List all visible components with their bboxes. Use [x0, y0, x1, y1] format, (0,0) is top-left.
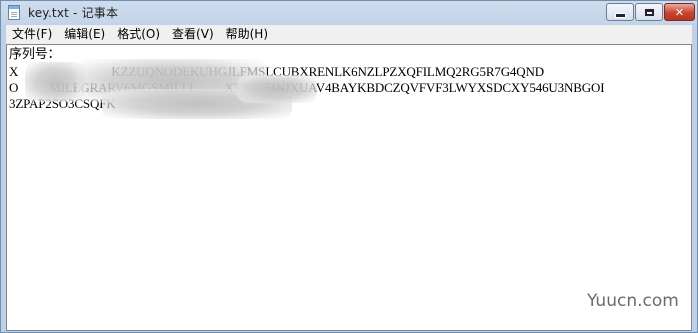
menu-file[interactable]: 文件(F): [6, 25, 58, 44]
close-button[interactable]: ✕: [664, 3, 695, 21]
notepad-icon: [8, 5, 20, 20]
watermark-text: Yuucn.com: [587, 291, 679, 311]
blur-mask-1: [25, 62, 85, 102]
text-editor-area[interactable]: 序列号： X KZZUQNODEKUHGJLFMSLCUBXRENLK6NZLP…: [6, 44, 692, 331]
menu-bar: 文件(F) 编辑(E) 格式(O) 查看(V) 帮助(H): [6, 25, 692, 44]
minimize-button[interactable]: [606, 3, 634, 21]
menu-edit[interactable]: 编辑(E): [58, 25, 111, 44]
close-icon: ✕: [674, 5, 685, 19]
serial-label-line: 序列号：: [9, 47, 61, 62]
menu-view[interactable]: 查看(V): [166, 25, 220, 44]
menu-help[interactable]: 帮助(H): [220, 25, 274, 44]
notepad-window: key.txt - 记事本 ✕ 文件(F) 编辑(E) 格式(O) 查看(V) …: [0, 0, 698, 333]
maximize-button[interactable]: [635, 3, 663, 21]
title-bar[interactable]: key.txt - 记事本 ✕: [1, 1, 697, 25]
maximize-icon: [644, 8, 654, 16]
window-title: key.txt - 记事本: [28, 6, 119, 20]
menu-format[interactable]: 格式(O): [111, 25, 166, 44]
minimize-icon: [614, 12, 626, 18]
blur-mask-4: [237, 75, 317, 103]
